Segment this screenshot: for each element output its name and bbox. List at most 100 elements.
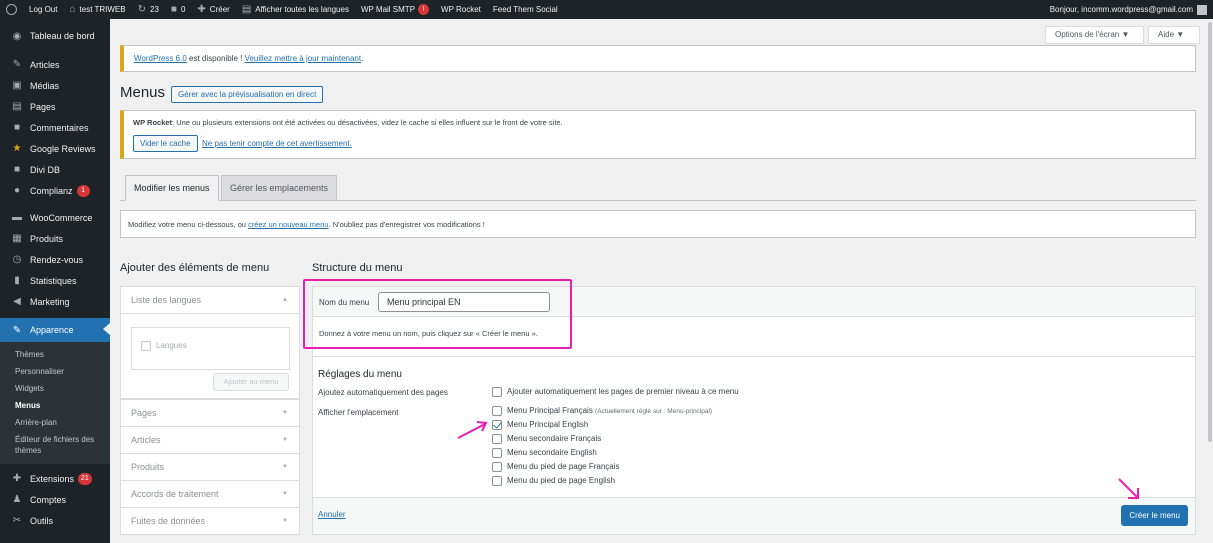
location-checkbox-checked[interactable] [492, 420, 502, 430]
sidebar-item-woocommerce[interactable]: ▬ WooCommerce [0, 207, 110, 228]
sidebar-item-accounts[interactable]: ♟ Comptes [0, 489, 110, 510]
menu-settings-heading: Réglages du menu [318, 369, 402, 380]
feed-them-social-link[interactable]: Feed Them Social [487, 0, 564, 19]
sidebar-item-pages[interactable]: ▤ Pages [0, 96, 110, 117]
submenu-item-widgets[interactable]: Widgets [0, 380, 110, 397]
cancel-link[interactable]: Annuler [318, 510, 346, 519]
sidebar-item-appearance[interactable]: ✎ Apparence [0, 318, 110, 342]
plugins-icon: ✚ [12, 473, 22, 484]
menu-footer: Annuler Créer le menu [313, 497, 1195, 534]
wp-rocket-link[interactable]: WP Rocket [435, 0, 487, 19]
location-row-secondary-fr[interactable]: Menu secondaire Français [492, 434, 712, 448]
submenu-item-background[interactable]: Arrière-plan [0, 414, 110, 431]
submenu-item-customize[interactable]: Personnaliser [0, 363, 110, 380]
wp-rocket-notice: WP Rocket: Une ou plusieurs extensions o… [120, 110, 1196, 159]
plus-icon: ✚ [197, 4, 206, 15]
divi-icon: ■ [13, 164, 21, 175]
location-checkbox[interactable] [492, 476, 502, 486]
auto-add-row[interactable]: Ajouter automatiquement les pages de pre… [492, 387, 739, 397]
chevron-down-icon: ▼ [282, 464, 288, 470]
refresh-icon: ↻ [137, 4, 146, 15]
auto-add-checkbox[interactable] [492, 387, 502, 397]
submenu-item-themes[interactable]: Thèmes [0, 346, 110, 363]
woocommerce-icon: ▬ [12, 212, 22, 223]
location-checkbox[interactable] [492, 448, 502, 458]
site-name-link[interactable]: ⌂ test TRIWEB [63, 0, 131, 19]
wp-logo-menu[interactable] [0, 0, 23, 19]
dashboard-icon: ◉ [12, 30, 22, 42]
logout-link[interactable]: Log Out [23, 0, 63, 19]
location-row-footer-fr[interactable]: Menu du pied de page Français [492, 462, 712, 476]
page-title: Menus [120, 84, 166, 101]
chevron-down-icon: ▼ [282, 518, 288, 524]
pages-panel[interactable]: Pages ▼ [120, 399, 300, 427]
sidebar-item-statistics[interactable]: ▮ Statistiques [0, 270, 110, 291]
comments-link[interactable]: ■ 0 [165, 0, 192, 19]
clear-cache-button[interactable]: Vider le cache [133, 135, 198, 152]
appearance-submenu: Thèmes Personnaliser Widgets Menus Arriè… [0, 342, 110, 464]
live-preview-button[interactable]: Gérer avec la prévisualisation en direct [171, 86, 324, 103]
users-icon: ♟ [12, 494, 22, 505]
media-icon: ▣ [12, 80, 22, 91]
new-content-link[interactable]: ✚ Créer [191, 0, 235, 19]
languages-link[interactable]: ▤ Afficher toutes les langues [236, 0, 355, 19]
submenu-item-menus[interactable]: Menus [0, 397, 110, 414]
extensions-badge: 21 [78, 472, 92, 485]
tab-edit-menus[interactable]: Modifier les menus [125, 175, 219, 201]
wp-mail-smtp-link[interactable]: WP Mail SMTP! [355, 0, 435, 19]
processing-agreements-panel[interactable]: Accords de traitement ▼ [120, 480, 300, 508]
location-label: Afficher l'emplacement [318, 408, 399, 417]
update-now-link[interactable]: Veuillez mettre à jour maintenant [245, 54, 362, 63]
wordpress-logo-icon [6, 4, 17, 15]
help-button[interactable]: Aide ▼ [1148, 26, 1200, 44]
translate-icon: ▤ [241, 4, 252, 15]
sidebar-item-complianz[interactable]: ● Complianz 1 [0, 180, 110, 201]
sidebar-item-marketing[interactable]: ◀ Marketing [0, 291, 110, 312]
data-breaches-panel[interactable]: Fuites de données ▼ [120, 507, 300, 535]
scrollbar-thumb[interactable] [1208, 22, 1212, 442]
tab-manage-locations[interactable]: Gérer les emplacements [221, 175, 338, 201]
sidebar-item-dashboard[interactable]: ◉ Tableau de bord [0, 22, 110, 50]
languages-panel-header[interactable]: Liste des langues ▲ [121, 287, 299, 314]
location-row-footer-en[interactable]: Menu du pied de page English [492, 476, 712, 490]
products-panel[interactable]: Produits ▼ [120, 453, 300, 481]
languages-checkbox[interactable] [141, 341, 151, 351]
annotation-highlight-box [303, 279, 572, 349]
my-account-link[interactable]: Bonjour, incomm.wordpress@gmail.com [1044, 0, 1213, 19]
ignore-warning-link[interactable]: Ne pas tenir compte de cet avertissement… [202, 139, 352, 148]
languages-list: Langues [131, 327, 290, 370]
create-menu-button[interactable]: Créer le menu [1121, 505, 1188, 526]
sidebar-item-divi-db[interactable]: ■ Divi DB [0, 159, 110, 180]
sidebar-item-articles[interactable]: ✎ Articles [0, 54, 110, 75]
chevron-up-icon: ▲ [282, 297, 288, 303]
annotation-arrow-icon [457, 421, 488, 439]
screen-options-button[interactable]: Options de l'écran ▼ [1045, 26, 1144, 44]
sidebar-item-medias[interactable]: ▣ Médias [0, 75, 110, 96]
sidebar-item-comments[interactable]: ■ Commentaires [0, 117, 110, 138]
sidebar-item-products[interactable]: ▦ Produits [0, 228, 110, 249]
location-checkbox[interactable] [492, 406, 502, 416]
tools-icon: ✂ [12, 515, 22, 526]
pin-icon: ✎ [12, 59, 22, 70]
submenu-item-theme-editor[interactable]: Éditeur de fichiers des thèmes [0, 431, 110, 459]
languages-checkbox-row[interactable]: Langues [141, 341, 187, 351]
sidebar-item-extensions[interactable]: ✚ Extensions 21 [0, 468, 110, 489]
location-checkbox[interactable] [492, 462, 502, 472]
menu-structure-heading: Structure du menu [312, 262, 403, 274]
location-row-principal-en[interactable]: Menu Principal English [492, 420, 712, 434]
wordpress-version-link[interactable]: WordPress 6.0 [134, 54, 187, 63]
add-to-menu-button[interactable]: Ajouter au menu [213, 373, 289, 391]
stats-icon: ▮ [14, 275, 20, 286]
annotation-arrow-icon [1118, 478, 1139, 499]
location-row-principal-fr[interactable]: Menu Principal Français (Actuellement ré… [492, 406, 712, 420]
location-checkbox[interactable] [492, 434, 502, 444]
sidebar-item-tools[interactable]: ✂ Outils [0, 510, 110, 531]
clock-icon: ◷ [12, 254, 22, 265]
create-new-menu-link[interactable]: créez un nouveau menu [248, 220, 328, 229]
updates-link[interactable]: ↻ 23 [132, 0, 165, 19]
articles-panel[interactable]: Articles ▼ [120, 426, 300, 454]
sidebar-item-rendez-vous[interactable]: ◷ Rendez-vous [0, 249, 110, 270]
location-row-secondary-en[interactable]: Menu secondaire English [492, 448, 712, 462]
smtp-alert-badge: ! [418, 4, 430, 15]
sidebar-item-google-reviews[interactable]: ★ Google Reviews [0, 138, 110, 159]
